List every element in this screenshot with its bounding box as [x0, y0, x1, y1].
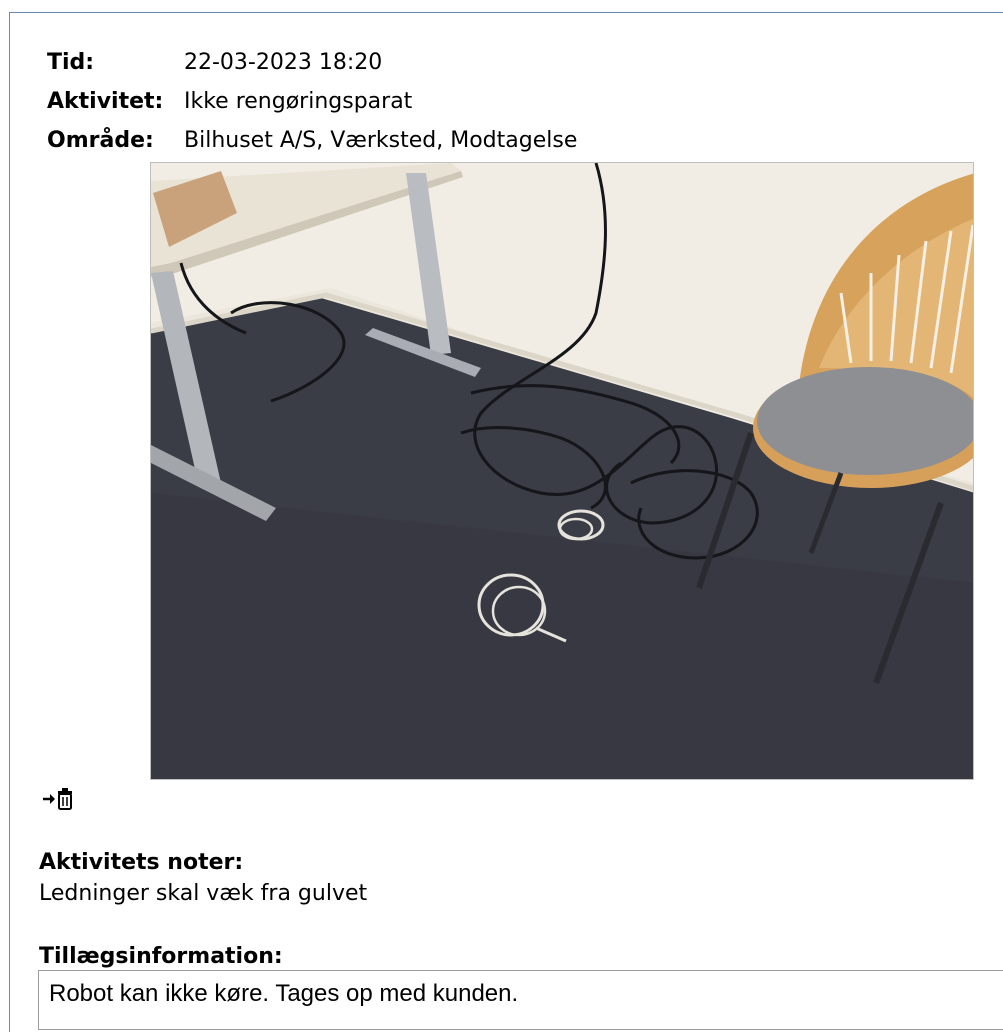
- notes-text: Ledninger skal væk fra gulvet: [39, 881, 368, 906]
- activity-photo[interactable]: [150, 162, 974, 780]
- time-row: Tid: 22-03-2023 18:20: [47, 50, 382, 76]
- activity-row: Aktivitet: Ikke rengøringsparat: [47, 89, 412, 115]
- area-label: Område:: [47, 128, 154, 153]
- time-label: Tid:: [47, 50, 95, 75]
- area-row: Område: Bilhuset A/S, Værksted, Modtagels…: [47, 128, 577, 154]
- additional-info-field[interactable]: Robot kan ikke køre. Tages op med kunden…: [38, 970, 1003, 1030]
- activity-label: Aktivitet:: [47, 89, 164, 114]
- time-value: 22-03-2023 18:20: [184, 50, 383, 75]
- additional-info-label: Tillægsinformation:: [39, 944, 283, 969]
- area-value: Bilhuset A/S, Værksted, Modtagelse: [184, 128, 578, 153]
- arrow-trash-icon: [43, 788, 72, 810]
- notes-label: Aktivitets noter:: [39, 850, 244, 875]
- move-to-trash-button[interactable]: [42, 786, 82, 812]
- activity-value: Ikke rengøringsparat: [184, 89, 413, 114]
